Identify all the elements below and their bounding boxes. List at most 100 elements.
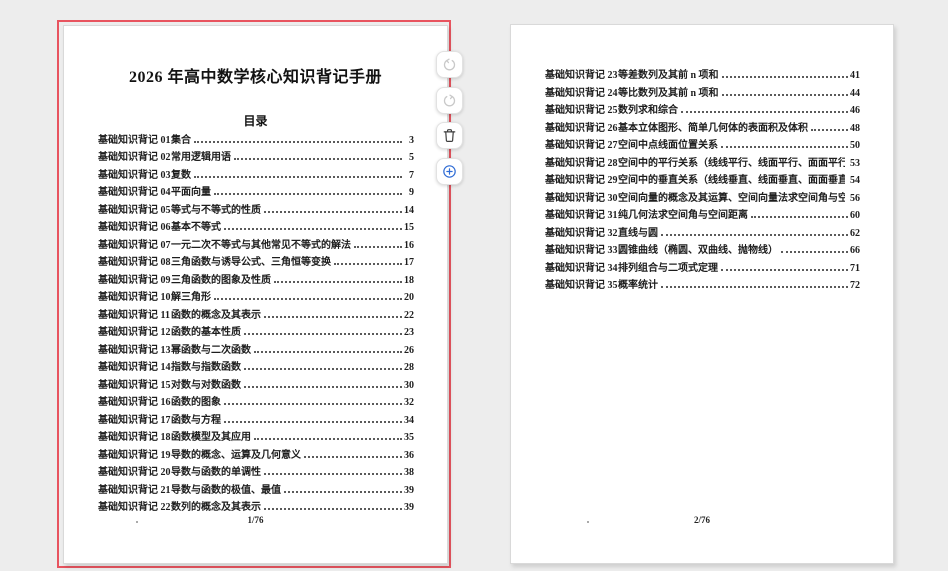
toc-entry-label: 基础知识背记 01: [98, 131, 171, 146]
toc-entry-label: 基础知识背记 19: [98, 446, 171, 461]
toc-entry-title: 平面向量: [171, 183, 211, 198]
dot-leader: [284, 491, 402, 493]
floating-toolbar: [436, 51, 463, 185]
toc-entry-label: 基础知识背记 16: [98, 393, 171, 408]
toc-entry-label: 基础知识背记 25: [545, 101, 618, 116]
toc-entry-label: 基础知识背记 23: [545, 66, 618, 81]
toc-entry-title: 解三角形: [171, 288, 211, 303]
toc-entry-title: 指数与指数函数: [171, 358, 241, 373]
toc-entry-title: 概率统计: [618, 276, 658, 291]
toc-row: 基础知识背记 08 三角函数与诱导公式、三角恒等变换 17: [98, 251, 414, 269]
toc-entry-title: 三角函数与诱导公式、三角恒等变换: [171, 253, 331, 268]
toc-entry-title: 集合: [171, 131, 191, 146]
dot-leader: [681, 111, 848, 113]
toc-list-page2: 基础知识背记 23 等差数列及其前 n 项和 41 基础知识背记 24 等比数列…: [545, 64, 860, 292]
toc-entry-page: 28: [404, 362, 414, 373]
toc-row: 基础知识背记 19 导数的概念、运算及几何意义 36: [98, 443, 414, 461]
dot-leader: [264, 473, 402, 475]
toc-entry-title: 导数与函数的极值、最值: [171, 481, 281, 496]
dot-leader: [264, 316, 402, 318]
dot-leader: [661, 286, 848, 288]
toc-entry-label: 基础知识背记 09: [98, 271, 171, 286]
dot-leader: [214, 298, 402, 300]
toc-row: 基础知识背记 09 三角函数的图象及性质 18: [98, 268, 414, 286]
toc-entry-label: 基础知识背记 10: [98, 288, 171, 303]
toc-entry-title: 函数模型及其应用: [171, 428, 251, 443]
toc-row: 基础知识背记 10 解三角形 20: [98, 286, 414, 304]
toc-entry-title: 直线与圆: [618, 224, 658, 239]
toc-entry-title: 函数的基本性质: [171, 323, 241, 338]
toc-entry-title: 函数与方程: [171, 411, 221, 426]
toc-entry-title: 三角函数的图象及性质: [171, 271, 271, 286]
plus-circle-icon: [441, 163, 458, 180]
toc-row: 基础知识背记 26 基本立体图形、简单几何体的表面积及体积 48: [545, 116, 860, 134]
document-title: 2026 年高中数学核心知识背记手册: [74, 68, 437, 88]
toc-row: 基础知识背记 05 等式与不等式的性质 14: [98, 198, 414, 216]
toc-row: 基础知识背记 35 概率统计 72: [545, 274, 860, 292]
toc-entry-page: 20: [404, 292, 414, 303]
toc-entry-label: 基础知识背记 29: [545, 171, 618, 186]
toc-entry-label: 基础知识背记 18: [98, 428, 171, 443]
toc-entry-title: 复数: [171, 166, 191, 181]
toc-entry-label: 基础知识背记 32: [545, 224, 618, 239]
page-2[interactable]: 基础知识背记 23 等差数列及其前 n 项和 41 基础知识背记 24 等比数列…: [510, 24, 894, 564]
dot-leader: [722, 76, 848, 78]
toc-entry-page: 18: [404, 275, 414, 286]
dot-leader: [244, 368, 402, 370]
toc-entry-title: 函数的概念及其表示: [171, 306, 261, 321]
toc-row: 基础知识背记 32 直线与圆 62: [545, 221, 860, 239]
toc-entry-label: 基础知识背记 02: [98, 148, 171, 163]
add-button[interactable]: [436, 158, 463, 185]
toc-row: 基础知识背记 25 数列求和综合 46: [545, 99, 860, 117]
toc-entry-label: 基础知识背记 15: [98, 376, 171, 391]
toc-entry-title: 常用逻辑用语: [171, 148, 231, 163]
toc-row: 基础知识背记 33 圆锥曲线（椭圆、双曲线、抛物线） 66: [545, 239, 860, 257]
dot-leader: [354, 246, 402, 248]
toc-entry-page: 26: [404, 345, 414, 356]
toc-entry-page: 36: [404, 450, 414, 461]
toc-entry-page: 41: [850, 70, 860, 81]
dot-leader: [304, 456, 402, 458]
toc-entry-title: 空间中的垂直关系（线线垂直、线面垂直、面面垂直）: [618, 171, 845, 186]
toc-entry-page: 35: [404, 432, 414, 443]
toc-entry-title: 对数与对数函数: [171, 376, 241, 391]
toc-row: 基础知识背记 18 函数模型及其应用 35: [98, 426, 414, 444]
delete-button[interactable]: [436, 122, 463, 149]
toc-entry-label: 基础知识背记 35: [545, 276, 618, 291]
toc-entry-title: 等差数列及其前 n 项和: [618, 66, 719, 81]
toc-entry-page: 22: [404, 310, 414, 321]
rotate-right-button[interactable]: [436, 87, 463, 114]
toc-row: 基础知识背记 07 一元二次不等式与其他常见不等式的解法 16: [98, 233, 414, 251]
toc-entry-title: 基本立体图形、简单几何体的表面积及体积: [618, 119, 808, 134]
toc-entry-label: 基础知识背记 04: [98, 183, 171, 198]
toc-entry-page: 39: [404, 485, 414, 496]
rotate-left-button[interactable]: [436, 51, 463, 78]
toc-entry-title: 基本不等式: [171, 218, 221, 233]
dot-leader: [264, 508, 402, 510]
dot-leader: [264, 211, 402, 213]
toc-entry-page: 62: [850, 228, 860, 239]
toc-entry-label: 基础知识背记 13: [98, 341, 171, 356]
toc-entry-page: 39: [404, 502, 414, 513]
toc-entry-page: 50: [850, 140, 860, 151]
toc-row: 基础知识背记 34 排列组合与二项式定理 71: [545, 256, 860, 274]
page-number-footer-1: 1/76: [64, 515, 447, 525]
toc-entry-page: 23: [404, 327, 414, 338]
toc-entry-page: 7: [404, 170, 414, 181]
toc-entry-title: 函数的图象: [171, 393, 221, 408]
toc-entry-label: 基础知识背记 27: [545, 136, 618, 151]
toc-row: 基础知识背记 16 函数的图象 32: [98, 391, 414, 409]
toc-entry-title: 等比数列及其前 n 项和: [618, 84, 719, 99]
toc-entry-page: 44: [850, 88, 860, 99]
toc-row: 基础知识背记 14 指数与指数函数 28: [98, 356, 414, 374]
dot-leader: [234, 158, 402, 160]
toc-entry-page: 53: [850, 158, 860, 169]
toc-row: 基础知识背记 24 等比数列及其前 n 项和 44: [545, 81, 860, 99]
toc-entry-title: 导数的概念、运算及几何意义: [171, 446, 301, 461]
toc-entry-page: 32: [404, 397, 414, 408]
dot-leader: [661, 234, 848, 236]
page-number-footer-2: 2/76: [511, 515, 893, 525]
toc-entry-label: 基础知识背记 03: [98, 166, 171, 181]
dot-leader: [224, 228, 402, 230]
page-1[interactable]: 2026 年高中数学核心知识背记手册 目录 基础知识背记 01 集合 3 基础知…: [63, 25, 448, 564]
